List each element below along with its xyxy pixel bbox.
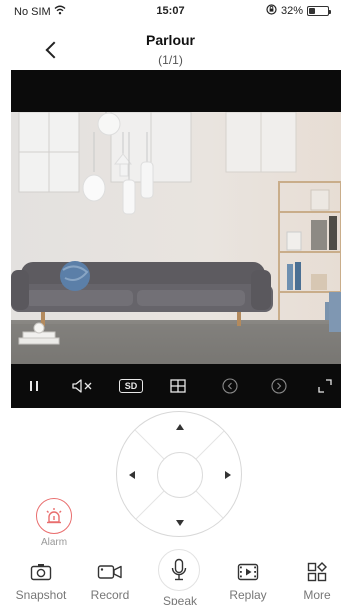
more-button[interactable]: More bbox=[287, 560, 341, 602]
quality-button[interactable]: SD bbox=[117, 375, 145, 397]
replay-button[interactable]: Replay bbox=[218, 560, 278, 602]
mute-button[interactable] bbox=[69, 375, 95, 397]
split-view-button[interactable] bbox=[167, 375, 189, 397]
ptz-center[interactable] bbox=[157, 452, 203, 498]
alarm-button[interactable]: Alarm bbox=[34, 498, 74, 548]
previous-channel-button[interactable] bbox=[219, 375, 241, 397]
fullscreen-button[interactable] bbox=[315, 375, 335, 397]
alarm-label: Alarm bbox=[40, 537, 68, 548]
app-screen: No SIM 15:07 32% Parlour (1/1) SD Alarm … bbox=[0, 0, 341, 605]
replay-label: Replay bbox=[229, 588, 267, 602]
status-bar: No SIM 15:07 32% bbox=[0, 0, 341, 22]
speak-label: Speak bbox=[162, 594, 198, 605]
speaker-muted-icon bbox=[72, 379, 92, 393]
chevron-left-circle-icon bbox=[222, 378, 238, 394]
battery-icon bbox=[307, 6, 331, 16]
status-right: 32% bbox=[266, 4, 331, 18]
quality-label: SD bbox=[118, 379, 144, 393]
record-label: Record bbox=[90, 588, 130, 602]
apps-grid-icon bbox=[287, 560, 341, 584]
camera-video-feed[interactable] bbox=[11, 112, 341, 364]
microphone-icon bbox=[171, 558, 187, 581]
ptz-joystick[interactable] bbox=[116, 411, 242, 537]
video-control-bar: SD bbox=[11, 364, 341, 408]
siren-icon bbox=[46, 508, 62, 524]
nav-header: Parlour (1/1) bbox=[0, 22, 341, 70]
living-room-scene bbox=[11, 112, 341, 364]
chevron-right-circle-icon bbox=[271, 378, 287, 394]
pause-icon bbox=[30, 381, 38, 391]
snapshot-button[interactable]: Snapshot bbox=[11, 560, 71, 602]
more-label: More bbox=[303, 588, 331, 602]
orientation-lock-icon bbox=[266, 4, 277, 18]
snapshot-label: Snapshot bbox=[15, 588, 67, 602]
pause-button[interactable] bbox=[25, 375, 43, 397]
page-title: Parlour bbox=[145, 32, 195, 48]
speak-button[interactable] bbox=[158, 549, 200, 591]
grid-icon bbox=[170, 379, 186, 393]
video-letterbox-top bbox=[11, 70, 341, 112]
alarm-circle bbox=[36, 498, 72, 534]
battery-percent: 32% bbox=[280, 5, 303, 17]
camera-icon bbox=[11, 560, 71, 584]
video-camera-icon bbox=[80, 560, 140, 584]
next-channel-button[interactable] bbox=[268, 375, 290, 397]
battery-level bbox=[309, 8, 315, 14]
page-subtitle: (1/1) bbox=[158, 53, 183, 67]
fullscreen-icon bbox=[318, 379, 332, 393]
film-play-icon bbox=[218, 560, 278, 584]
record-button[interactable]: Record bbox=[80, 560, 140, 602]
